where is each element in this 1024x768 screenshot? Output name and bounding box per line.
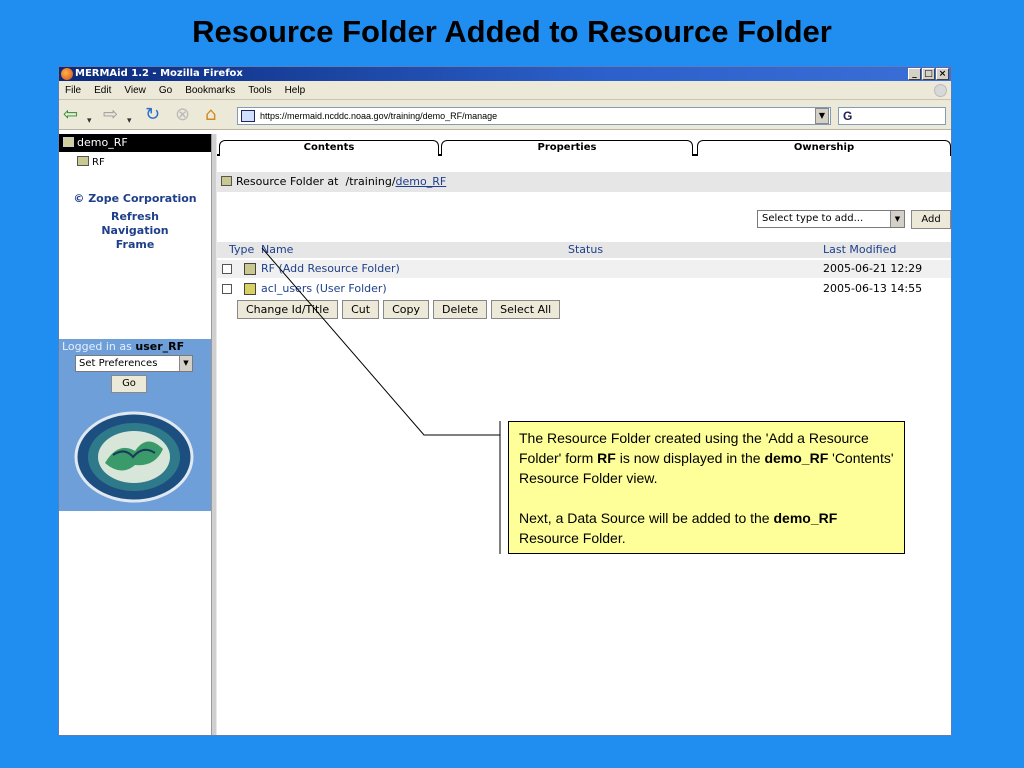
throbber-icon (934, 84, 947, 97)
location-path: /training/ (345, 175, 396, 188)
tab-properties[interactable]: Properties (441, 140, 693, 156)
add-button[interactable]: Add (911, 210, 951, 229)
frame-label: Frame (115, 238, 155, 251)
navigation-label: Navigation (101, 224, 169, 237)
username: user_RF (135, 340, 185, 353)
menu-go[interactable]: Go (159, 81, 172, 99)
callout-box: The Resource Folder created using the 'A… (508, 421, 905, 554)
tree-item-label: RF (92, 157, 105, 168)
callout-paragraph-2: Next, a Data Source will be added to the… (519, 508, 894, 548)
search-box[interactable]: G (838, 107, 946, 125)
close-button[interactable]: × (936, 68, 949, 80)
chevron-down-icon[interactable]: ▼ (179, 356, 192, 371)
search-engine-icon[interactable]: G (843, 109, 852, 123)
table-row: acl_users (User Folder) 2005-06-13 14:55 (217, 280, 951, 298)
url-dropdown-icon[interactable]: ▼ (815, 108, 829, 124)
back-dropdown-icon[interactable]: ▾ (87, 112, 92, 130)
header-status[interactable]: Status (568, 242, 603, 258)
select-all-button[interactable]: Select All (491, 300, 561, 319)
cut-button[interactable]: Cut (342, 300, 380, 319)
menu-bar: File Edit View Go Bookmarks Tools Help (59, 81, 951, 100)
menu-help[interactable]: Help (285, 81, 306, 99)
location-current-link[interactable]: demo_RF (396, 175, 447, 188)
callout-text: Next, a Data Source will be added to the (519, 510, 774, 526)
row-modified: 2005-06-13 14:55 (823, 282, 923, 295)
menu-view[interactable]: View (124, 81, 146, 99)
tree-root[interactable]: demo_RF (59, 134, 211, 152)
tab-bar: Contents Properties Ownership (217, 140, 951, 156)
callout-bold: demo_RF (773, 510, 838, 526)
callout-bold: demo_RF (764, 450, 829, 466)
tab-contents[interactable]: Contents (219, 140, 439, 156)
reload-icon[interactable]: ↻ (145, 106, 160, 124)
table-row: RF (Add Resource Folder) 2005-06-21 12:2… (217, 260, 951, 278)
maximize-button[interactable]: □ (922, 68, 935, 80)
delete-button[interactable]: Delete (433, 300, 488, 319)
stop-icon[interactable]: ⊗ (175, 106, 190, 124)
menu-tools[interactable]: Tools (248, 81, 271, 99)
folder-icon[interactable] (244, 263, 256, 275)
row-name-link[interactable]: acl_users (User Folder) (261, 280, 387, 298)
user-folder-icon[interactable] (244, 283, 256, 295)
menu-file[interactable]: File (65, 81, 81, 99)
action-buttons: Change Id/Title Cut Copy Delete Select A… (237, 300, 561, 320)
zope-corporation-link[interactable]: © Zope Corporation (59, 192, 211, 206)
table-header: Type Name Status Last Modified (217, 242, 951, 258)
navigation-toolbar: ⇦ ▾ ⇨ ▾ ↻ ⊗ ⌂ https://mermaid.ncddc.noaa… (59, 100, 951, 130)
navigation-frame: demo_RF RF © Zope Corporation Refresh Na… (59, 134, 211, 735)
callout-paragraph-1: The Resource Folder created using the 'A… (519, 428, 894, 488)
minimize-button[interactable]: _ (908, 68, 921, 80)
window-titlebar: MERMAid 1.2 - Mozilla Firefox _ □ × (59, 67, 951, 81)
logged-in-text: Logged in as user_RF (59, 339, 211, 353)
row-checkbox[interactable] (222, 264, 232, 274)
go-button[interactable]: Go (111, 375, 147, 393)
copy-button[interactable]: Copy (383, 300, 429, 319)
refresh-label: Refresh (111, 210, 159, 223)
browser-window: MERMAid 1.2 - Mozilla Firefox _ □ × File… (58, 66, 952, 736)
slide-title: Resource Folder Added to Resource Folder (192, 14, 832, 49)
url-text: https://mermaid.ncddc.noaa.gov/training/… (260, 111, 498, 121)
logged-in-prefix: Logged in as (62, 340, 132, 353)
menu-edit[interactable]: Edit (94, 81, 111, 99)
window-title: MERMAid 1.2 - Mozilla Firefox (75, 68, 243, 79)
login-panel: Logged in as user_RF Set Preferences ▼ G… (59, 339, 211, 511)
preferences-select[interactable]: Set Preferences ▼ (75, 355, 193, 372)
folder-icon (63, 137, 74, 147)
menu-bookmarks[interactable]: Bookmarks (185, 81, 235, 99)
back-arrow-icon[interactable]: ⇦ (63, 106, 78, 124)
chevron-down-icon[interactable]: ▼ (890, 211, 904, 227)
header-type[interactable]: Type (229, 242, 254, 258)
preferences-value: Set Preferences (79, 358, 158, 369)
row-checkbox[interactable] (222, 284, 232, 294)
folder-icon (221, 176, 232, 186)
folder-icon (77, 156, 89, 166)
refresh-navigation-link[interactable]: Refresh Navigation Frame (59, 210, 211, 252)
forward-arrow-icon[interactable]: ⇨ (103, 106, 118, 124)
seal-logo-icon (74, 411, 194, 503)
header-last-modified[interactable]: Last Modified (823, 242, 896, 258)
row-modified: 2005-06-21 12:29 (823, 262, 923, 275)
site-icon (241, 110, 255, 122)
type-select-value: Select type to add... (762, 213, 864, 224)
change-id-title-button[interactable]: Change Id/Title (237, 300, 339, 319)
header-name[interactable]: Name (261, 242, 293, 258)
url-bar[interactable]: https://mermaid.ncddc.noaa.gov/training/… (237, 107, 831, 125)
forward-dropdown-icon[interactable]: ▾ (127, 112, 132, 130)
callout-text: Resource Folder. (519, 530, 626, 546)
callout-text: is now displayed in the (615, 450, 765, 466)
firefox-icon (61, 68, 73, 80)
tab-ownership[interactable]: Ownership (697, 140, 951, 156)
home-icon[interactable]: ⌂ (205, 106, 216, 124)
location-bar: Resource Folder at /training/demo_RF (217, 172, 951, 192)
tree-root-label: demo_RF (77, 136, 128, 149)
type-to-add-select[interactable]: Select type to add... ▼ (757, 210, 905, 228)
tree-item-rf[interactable]: RF (59, 152, 211, 168)
row-name-link[interactable]: RF (Add Resource Folder) (261, 260, 400, 278)
callout-bold: RF (597, 450, 616, 466)
location-prefix: Resource Folder at (236, 175, 339, 188)
